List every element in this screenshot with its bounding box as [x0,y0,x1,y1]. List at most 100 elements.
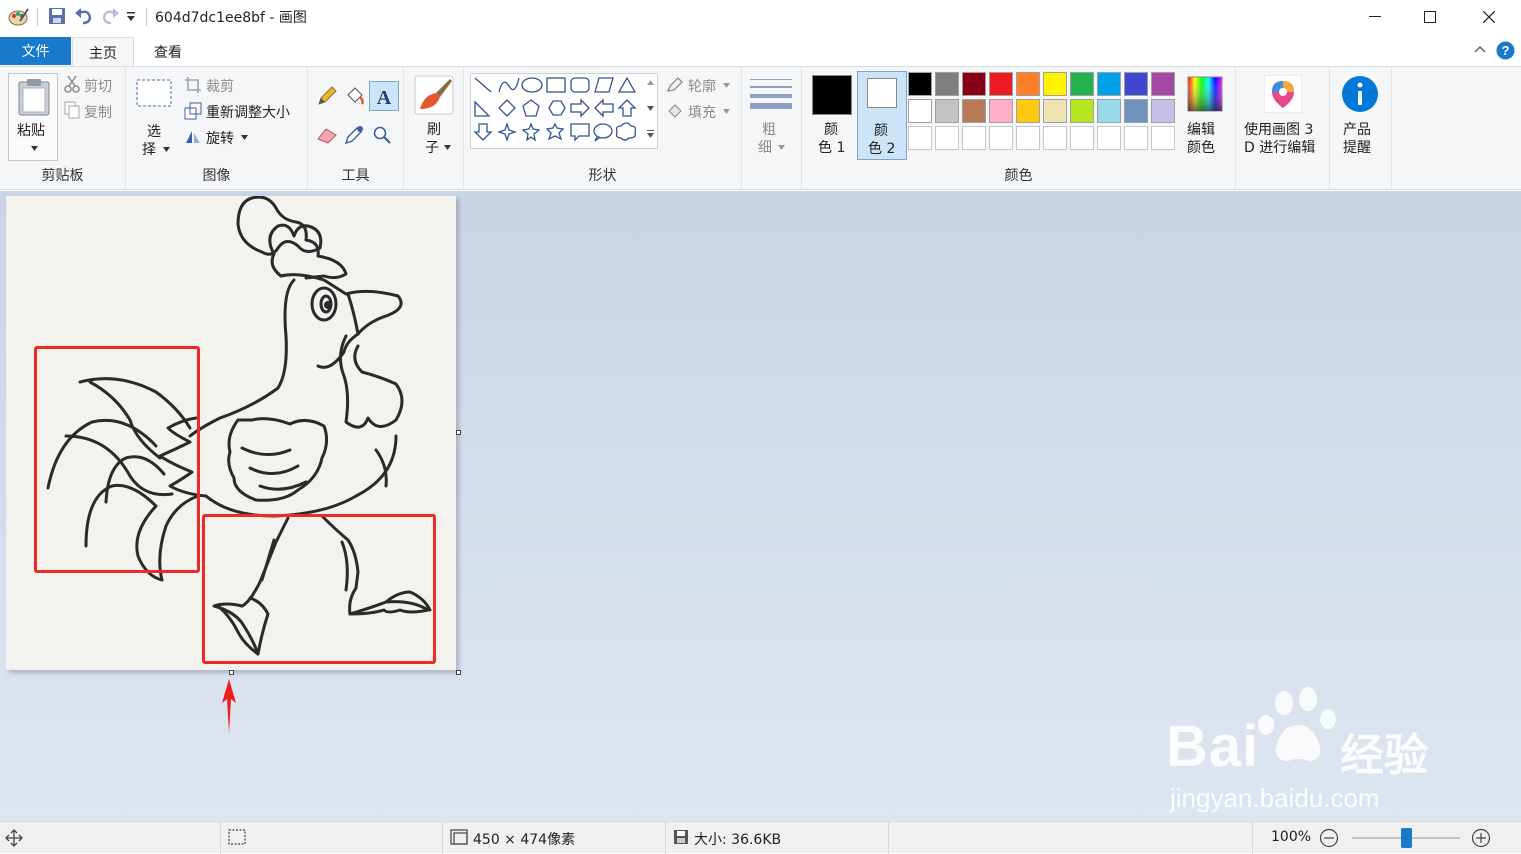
palette-swatch[interactable] [1070,99,1094,123]
shapes-more-icon[interactable] [647,130,654,138]
palette-swatch[interactable] [1016,126,1040,150]
collapse-ribbon-icon[interactable] [1474,45,1486,53]
resize-handle-corner[interactable] [456,670,461,675]
edit-colors-button[interactable]: 编辑 颜色 [1180,73,1230,161]
fill-bucket-icon[interactable] [344,85,366,107]
size-label-1: 粗 [762,122,776,138]
palette-swatch[interactable] [989,126,1013,150]
brushes-label-1: 刷 [427,122,441,138]
minimize-button[interactable] [1352,0,1398,34]
edit-with-paint3d-button[interactable]: 使用画图 3 D 进行编辑 [1240,73,1326,161]
palette-swatch[interactable] [1070,72,1094,96]
palette-swatch[interactable] [1097,72,1121,96]
color1-button[interactable]: 颜 色 1 [808,71,854,159]
size-dropdown-icon [778,145,785,150]
palette-swatch[interactable] [908,126,932,150]
zoom-slider-thumb[interactable] [1400,828,1412,848]
tab-home[interactable]: 主页 [72,37,134,68]
product-alert-button[interactable]: 产品 提醒 [1334,73,1388,161]
copy-button[interactable]: 复制 [84,102,112,122]
maximize-icon [1424,11,1436,23]
palette-swatch[interactable] [962,72,986,96]
select-button[interactable]: 选 择 [134,75,174,159]
color-picker-icon[interactable] [344,125,364,145]
baidu-watermark: Bai 经验 jingyan.baidu.com [1164,687,1464,817]
palette-swatch[interactable] [989,72,1013,96]
crop-button[interactable]: 裁剪 [206,76,234,96]
zoom-slider[interactable] [1352,828,1460,848]
resize-icon [184,102,202,120]
palette-swatch[interactable] [1124,72,1148,96]
palette-swatch[interactable] [935,72,959,96]
redo-icon[interactable] [100,7,120,25]
brushes-button[interactable]: 刷 子 [410,73,458,161]
zoom-out-icon[interactable] [1319,828,1339,848]
eraser-icon[interactable] [316,125,338,145]
palette-swatch[interactable] [908,99,932,123]
palette-swatch[interactable] [1016,99,1040,123]
resize-handle-right[interactable] [456,430,461,435]
outline-button[interactable]: 轮廓 [688,76,716,96]
customize-quick-access-icon[interactable] [126,12,136,22]
palette-swatch[interactable] [1124,126,1148,150]
size-button[interactable]: 粗 细 [748,73,796,161]
shapes-group-label: 形状 [588,168,617,184]
highlight-box-legs [202,514,436,664]
palette-swatch[interactable] [935,126,959,150]
palette-swatch[interactable] [989,99,1013,123]
shapes-scroll-up-icon[interactable] [647,80,654,85]
brush-icon [414,75,454,115]
clipboard-group: 粘贴 剪切 复制 剪贴板 [0,67,126,189]
palette-swatch[interactable] [908,72,932,96]
palette-swatch[interactable] [1070,126,1094,150]
paint-app-icon[interactable] [8,7,30,27]
magnifier-icon[interactable] [372,125,392,145]
watermark-url: jingyan.baidu.com [1170,783,1380,813]
paste-label: 粘贴 [17,123,45,139]
palette-swatch[interactable] [1043,72,1067,96]
close-button[interactable] [1466,0,1512,34]
palette-swatch[interactable] [962,99,986,123]
palette-swatch[interactable] [1124,99,1148,123]
tab-view[interactable]: 查看 [140,37,196,67]
undo-icon[interactable] [74,7,94,25]
palette-swatch[interactable] [1151,72,1175,96]
help-icon[interactable]: ? [1496,41,1515,60]
resize-handle-bottom[interactable] [229,670,234,675]
select-dropdown-icon [163,147,170,152]
paste-button[interactable]: 粘贴 [8,73,58,161]
palette-swatch[interactable] [1097,126,1121,150]
palette-swatch[interactable] [1043,99,1067,123]
palette-swatch[interactable] [962,126,986,150]
fill-button[interactable]: 填充 [688,102,716,122]
cut-button[interactable]: 剪切 [84,76,112,96]
rotate-icon [186,131,200,143]
palette-swatch[interactable] [1097,99,1121,123]
maximize-button[interactable] [1407,0,1453,34]
zoom-in-icon[interactable] [1471,828,1491,848]
pencil-icon[interactable] [316,85,338,107]
resize-button[interactable]: 重新调整大小 [206,102,290,122]
palette-swatch[interactable] [935,99,959,123]
product-alert-label-2: 提醒 [1343,140,1371,156]
file-menu[interactable]: 文件 [0,37,71,65]
image-group: 选 择 裁剪 重新调整大小 旋转 图像 [126,67,308,189]
title-bar: 604d7dc1ee8bf - 画图 [0,0,1521,34]
canvas-workspace[interactable]: Bai 经验 jingyan.baidu.com [0,191,1521,821]
palette-swatch[interactable] [1151,99,1175,123]
shapes-scroll-down-icon[interactable] [647,106,654,111]
palette-swatch[interactable] [1151,126,1175,150]
outline-dropdown-icon [723,83,730,88]
save-icon[interactable] [48,7,66,25]
info-icon [1342,76,1378,112]
color2-button[interactable]: 颜 色 2 [857,71,907,160]
tools-group: A 工具 [308,67,404,189]
shapes-gallery[interactable] [470,73,658,149]
text-icon: A [377,87,392,107]
rotate-button[interactable]: 旋转 [206,128,234,148]
text-tool-button[interactable]: A [369,81,399,111]
palette-swatch[interactable] [1043,126,1067,150]
palette-swatch[interactable] [1016,72,1040,96]
drawing-canvas[interactable] [6,195,456,670]
fill-dropdown-icon [723,109,730,114]
